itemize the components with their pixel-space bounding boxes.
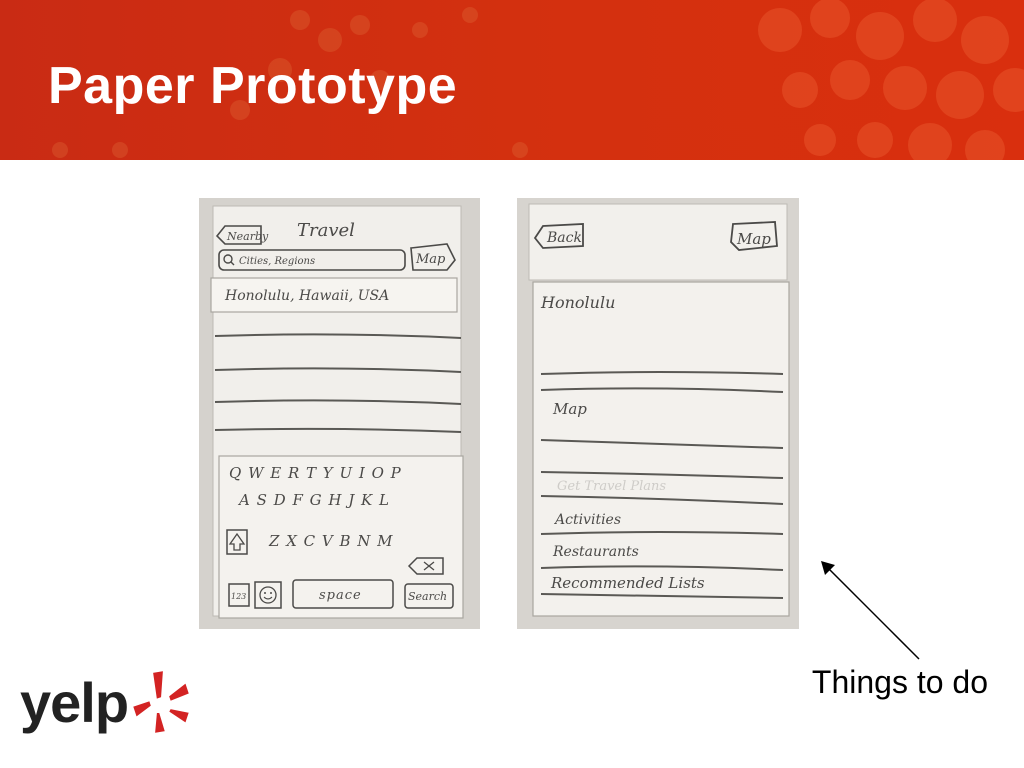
prototype-photo-detail: Back Map Honolulu Map Get Travel Plans A… [517,198,799,629]
list-item-recommended-lists[interactable]: Recommended Lists [550,574,705,592]
map-label: Map [736,230,771,248]
suggestion-text[interactable]: Honolulu, Hawaii, USA [224,288,389,304]
prototype-photo-search: Nearby Travel Cities, Regions Map Honolu… [199,198,480,629]
keyboard-row-3: Z X C V B N M [268,532,394,550]
search-key-label: Search [408,590,447,603]
paper-sketch-search: Nearby Travel Cities, Regions Map Honolu… [199,198,480,629]
list-item-activities[interactable]: Activities [553,512,621,528]
keyboard-row-1: Q W E R T Y U I O P [229,464,402,482]
slide: Paper Prototype Nearby Travel Cities, Re… [0,0,1024,768]
title-banner: Paper Prototype [0,0,1024,160]
travel-title: Travel [297,220,355,241]
slide-title: Paper Prototype [48,57,458,115]
map-label: Map [415,252,446,267]
search-placeholder: Cities, Regions [239,256,315,267]
numbers-key-label: 123 [231,592,246,601]
list-item-restaurants[interactable]: Restaurants [552,544,639,560]
space-key-label: space [319,588,362,603]
city-name: Honolulu [540,293,615,312]
back-label: Back [546,230,582,246]
logo-wordmark: yelp [20,671,129,734]
paper-sketch-detail: Back Map Honolulu Map Get Travel Plans A… [517,198,799,629]
yelp-logo: yelp [20,668,192,738]
erased-item: Get Travel Plans [557,479,666,494]
map-section-label[interactable]: Map [552,400,587,418]
keyboard-row-2: A S D F G H J K L [237,491,390,509]
yelp-burst-icon [130,668,192,736]
back-label: Nearby [226,230,269,243]
annotation-text: Things to do [811,664,988,700]
annotation-arrow [821,561,920,660]
